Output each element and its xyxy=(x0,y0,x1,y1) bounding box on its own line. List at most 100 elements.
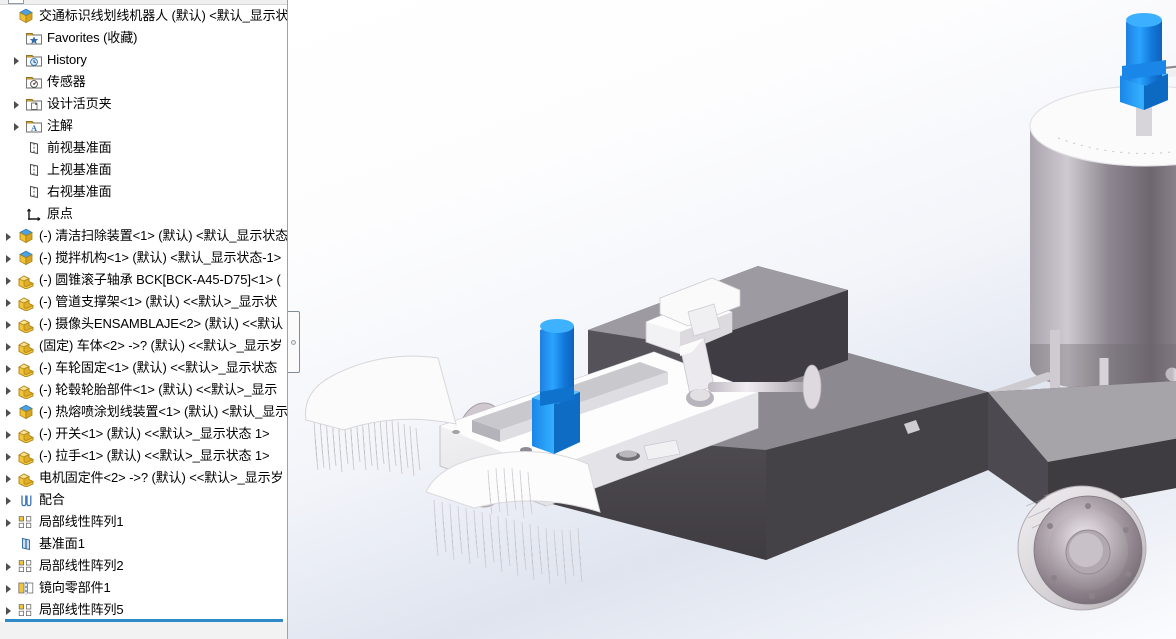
expander-collapsed-icon[interactable] xyxy=(2,577,16,599)
expander-collapsed-icon[interactable] xyxy=(2,489,16,511)
tree-root-label: 交通标识线划线机器人 (默认) <默认_显示状态-1 xyxy=(39,8,287,23)
tree-row-item[interactable]: (-) 圆锥滚子轴承 BCK[BCK-A45-D75]<1> ( xyxy=(0,269,287,291)
tree-item-label: Favorites (收藏) xyxy=(47,30,138,45)
expander-empty xyxy=(10,159,24,181)
feature-tree-rows: Favorites (收藏) History 传感器设计活页夹 A 注解前视基准面上视基… xyxy=(0,27,287,618)
origin-icon xyxy=(24,205,44,223)
tree-row-item[interactable]: 电机固定件<2> ->? (默认) <<默认>_显示岁 xyxy=(0,467,287,489)
tree-row-item[interactable]: 镜向零部件1 xyxy=(0,577,287,599)
tree-row-item[interactable]: (-) 热熔喷涂划线装置<1> (默认) <默认_显示 xyxy=(0,401,287,423)
part-icon xyxy=(16,359,36,377)
model-viewport[interactable] xyxy=(288,0,1176,639)
tree-item-label: (-) 拉手<1> (默认) <<默认>_显示状态 1> xyxy=(39,448,270,463)
folder-sensors-icon xyxy=(24,73,44,91)
tree-row-item[interactable]: (-) 搅拌机构<1> (默认) <默认_显示状态-1> xyxy=(0,247,287,269)
tree-row-item[interactable]: (-) 摄像头ENSAMBLAJE<2> (默认) <<默认 xyxy=(0,313,287,335)
expander-collapsed-icon[interactable] xyxy=(10,49,24,71)
expander-empty xyxy=(10,71,24,93)
tree-row-item[interactable]: 前视基准面 xyxy=(0,137,287,159)
expander-empty xyxy=(10,203,24,225)
tree-row-item[interactable]: 传感器 xyxy=(0,71,287,93)
tree-item-label: 上视基准面 xyxy=(47,162,112,177)
subassembly-icon xyxy=(16,227,36,245)
expander-empty xyxy=(2,533,16,555)
expander-collapsed-icon[interactable] xyxy=(2,511,16,533)
panel-collapse-handle[interactable] xyxy=(288,311,300,373)
tree-row-item[interactable]: (-) 清洁扫除装置<1> (默认) <默认_显示状态 xyxy=(0,225,287,247)
expander-collapsed-icon[interactable] xyxy=(2,335,16,357)
feature-tree-panel: 交通标识线划线机器人 (默认) <默认_显示状态-1 Favorites (收藏… xyxy=(0,0,288,639)
part-icon xyxy=(16,425,36,443)
expander-collapsed-icon[interactable] xyxy=(2,599,16,618)
folder-design-binder-icon xyxy=(24,95,44,113)
part-icon xyxy=(16,337,36,355)
tree-row-item[interactable]: 设计活页夹 xyxy=(0,93,287,115)
folder-annotations-icon: A xyxy=(24,117,44,135)
expander-collapsed-icon[interactable] xyxy=(2,225,16,247)
brush-motor-blue xyxy=(532,319,580,454)
tree-item-label: 局部线性阵列1 xyxy=(39,514,124,529)
expander-collapsed-icon[interactable] xyxy=(10,93,24,115)
robot-3d-model xyxy=(305,13,1176,611)
folder-history-icon xyxy=(24,51,44,69)
svg-text:A: A xyxy=(31,124,37,133)
expander-collapsed-icon[interactable] xyxy=(2,247,16,269)
tree-item-label: (-) 轮毂轮胎部件<1> (默认) <<默认>_显示 xyxy=(39,382,278,397)
tree-row-item[interactable]: (固定) 车体<2> ->? (默认) <<默认>_显示岁 xyxy=(0,335,287,357)
tree-item-label: 原点 xyxy=(47,206,73,221)
tree-item-label: 设计活页夹 xyxy=(47,96,112,111)
tree-item-label: (-) 车轮固定<1> (默认) <<默认>_显示状态 xyxy=(39,360,278,375)
expander-collapsed-icon[interactable] xyxy=(2,423,16,445)
wheel-front-left xyxy=(1017,485,1147,611)
tree-row-item[interactable]: 上视基准面 xyxy=(0,159,287,181)
tree-item-label: 电机固定件<2> ->? (默认) <<默认>_显示岁 xyxy=(39,470,284,485)
tree-row-item[interactable]: (-) 开关<1> (默认) <<默认>_显示状态 1> xyxy=(0,423,287,445)
tree-row-item[interactable]: 基准面1 xyxy=(0,533,287,555)
tree-row-root[interactable]: 交通标识线划线机器人 (默认) <默认_显示状态-1 xyxy=(0,5,287,27)
tree-row-item[interactable]: 配合 xyxy=(0,489,287,511)
expander-collapsed-icon[interactable] xyxy=(2,401,16,423)
tree-item-label: 镜向零部件1 xyxy=(39,580,111,595)
tree-row-item[interactable]: 右视基准面 xyxy=(0,181,287,203)
plane-icon xyxy=(24,183,44,201)
tree-row-item[interactable]: 局部线性阵列1 xyxy=(0,511,287,533)
tree-item-label: (固定) 车体<2> ->? (默认) <<默认>_显示岁 xyxy=(39,338,283,353)
tree-row-item[interactable]: (-) 轮毂轮胎部件<1> (默认) <<默认>_显示 xyxy=(0,379,287,401)
panel-collapse-dot-icon xyxy=(291,339,296,345)
tree-item-label: 局部线性阵列2 xyxy=(39,558,124,573)
tree-row-item[interactable]: (-) 车轮固定<1> (默认) <<默认>_显示状态 xyxy=(0,357,287,379)
expander-collapsed-icon[interactable] xyxy=(2,269,16,291)
part-icon xyxy=(16,293,36,311)
reference-plane-icon xyxy=(16,535,36,553)
expander-collapsed-icon[interactable] xyxy=(2,357,16,379)
expander-root[interactable] xyxy=(2,5,16,27)
feature-tree-scroll-area[interactable]: 交通标识线划线机器人 (默认) <默认_显示状态-1 Favorites (收藏… xyxy=(0,5,287,618)
expander-collapsed-icon[interactable] xyxy=(10,115,24,137)
part-icon xyxy=(16,381,36,399)
expander-collapsed-icon[interactable] xyxy=(2,467,16,489)
linear-pattern-icon xyxy=(16,557,36,575)
part-icon xyxy=(16,271,36,289)
tree-item-label: (-) 清洁扫除装置<1> (默认) <默认_显示状态 xyxy=(39,228,287,243)
tree-row-item[interactable]: A 注解 xyxy=(0,115,287,137)
expander-collapsed-icon[interactable] xyxy=(2,313,16,335)
tree-row-item[interactable]: (-) 管道支撑架<1> (默认) <<默认>_显示状 xyxy=(0,291,287,313)
tree-tab-nub[interactable] xyxy=(8,0,24,4)
tree-row-item[interactable]: 原点 xyxy=(0,203,287,225)
tree-row-item[interactable]: 局部线性阵列5 xyxy=(0,599,287,618)
tree-row-item[interactable]: 局部线性阵列2 xyxy=(0,555,287,577)
linear-pattern-icon xyxy=(16,513,36,531)
tree-item-label: 右视基准面 xyxy=(47,184,112,199)
plane-icon xyxy=(24,161,44,179)
brush-disc-left xyxy=(305,355,457,431)
tree-row-item[interactable]: History xyxy=(0,49,287,71)
tree-row-item[interactable]: (-) 拉手<1> (默认) <<默认>_显示状态 1> xyxy=(0,445,287,467)
expander-collapsed-icon[interactable] xyxy=(2,445,16,467)
expander-collapsed-icon[interactable] xyxy=(2,291,16,313)
mirror-components-icon xyxy=(16,579,36,597)
expander-collapsed-icon[interactable] xyxy=(2,379,16,401)
expander-empty xyxy=(10,27,24,49)
tree-row-item[interactable]: Favorites (收藏) xyxy=(0,27,287,49)
tree-item-label: 前视基准面 xyxy=(47,140,112,155)
expander-collapsed-icon[interactable] xyxy=(2,555,16,577)
